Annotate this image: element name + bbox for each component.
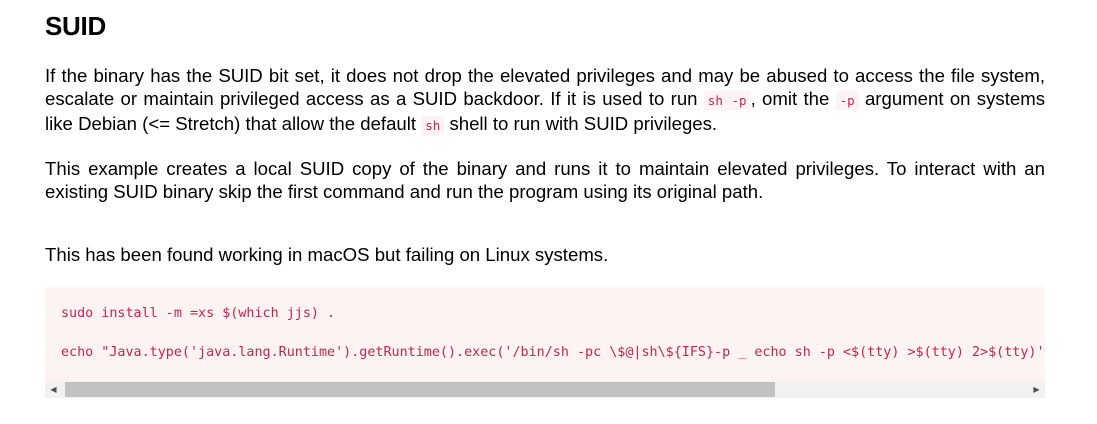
paragraph-text: shell to run with SUID privileges. bbox=[444, 113, 718, 134]
suid-description-paragraph: If the binary has the SUID bit set, it d… bbox=[45, 64, 1045, 137]
code-line-echo: echo "Java.type('java.lang.Runtime').get… bbox=[61, 345, 1045, 360]
code-block: sudo install -m =xs $(which jjs) . echo … bbox=[45, 287, 1045, 398]
suid-section: SUID If the binary has the SUID bit set,… bbox=[45, 0, 1045, 398]
platform-note-paragraph: This has been found working in macOS but… bbox=[45, 244, 609, 265]
code-line-install: sudo install -m =xs $(which jjs) . bbox=[61, 306, 336, 321]
paragraph-text: , omit the bbox=[750, 88, 836, 109]
scrollbar-thumb[interactable] bbox=[65, 382, 775, 397]
inline-code-sh: sh bbox=[421, 116, 445, 135]
code-scroll-area[interactable]: sudo install -m =xs $(which jjs) . echo … bbox=[45, 287, 1045, 380]
scroll-left-arrow-icon[interactable]: ◀ bbox=[45, 381, 62, 398]
horizontal-scrollbar[interactable]: ◀ ▶ bbox=[45, 381, 1045, 398]
scroll-right-arrow-icon[interactable]: ▶ bbox=[1028, 381, 1045, 398]
example-description-paragraph: This example creates a local SUID copy o… bbox=[45, 158, 1045, 202]
inline-code-p-flag: -p bbox=[835, 91, 859, 110]
section-title: SUID bbox=[45, 11, 106, 41]
inline-code-sh-p: sh -p bbox=[703, 91, 751, 110]
